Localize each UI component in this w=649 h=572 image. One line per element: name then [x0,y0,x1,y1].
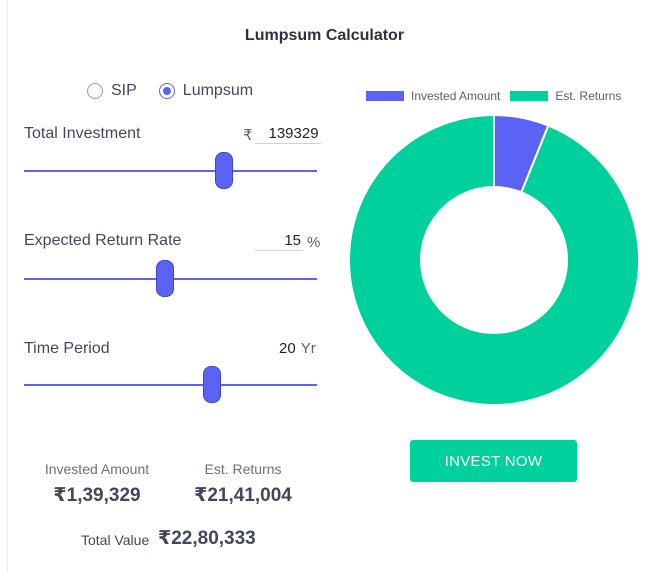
est-returns-label: Est. Returns [204,461,282,477]
legend-swatch-returns [510,91,549,101]
return-rate-label: Expected Return Rate [24,232,182,249]
legend-item-returns: Est. Returns [510,89,621,103]
time-period-slider-track[interactable] [24,384,317,386]
sip-radio[interactable] [87,83,103,99]
return-rate-input[interactable]: 15 [255,232,303,251]
total-value-amount: ₹22,80,333 [158,528,256,549]
legend-swatch-invested [366,91,404,101]
time-period-slider-thumb[interactable] [203,366,221,403]
est-returns-value: ₹21,41,004 [194,485,292,506]
invested-amount-value: ₹1,39,329 [53,485,141,506]
donut-slices [349,115,639,405]
sip-radio-label[interactable]: SIP [111,82,137,100]
legend-label-invested: Invested Amount [411,89,501,103]
lumpsum-radio[interactable] [158,83,175,99]
return-rate-value-group: 15 % [255,232,320,251]
lumpsum-radio-label[interactable]: Lumpsum [183,82,253,100]
chart-legend: Invested Amount Est. Returns [366,89,631,103]
percent-suffix: % [307,234,321,251]
investment-label: Total Investment [24,125,141,142]
mode-selector: SIP Lumpsum [87,82,275,100]
time-period-label: Time Period [24,340,110,357]
years-suffix: Yr [300,340,316,357]
total-value-label: Total Value [81,532,150,548]
legend-label-returns: Est. Returns [555,89,622,103]
investment-slider-thumb[interactable] [215,152,233,189]
donut-slice-returns [349,115,639,405]
investment-input[interactable]: 139329 [254,125,321,144]
investment-value-group: ₹ 139329 [243,125,321,144]
left-border [7,0,8,572]
time-period-value-group: 20 Yr [279,340,316,357]
donut-chart [349,115,639,405]
return-rate-slider-thumb[interactable] [156,260,174,297]
investment-slider-track[interactable] [24,170,317,172]
page-title: Lumpsum Calculator [244,27,405,44]
invested-amount-label: Invested Amount [44,461,150,477]
rupee-prefix: ₹ [243,127,253,144]
legend-item-invested: Invested Amount [366,89,500,103]
invest-now-button[interactable]: INVEST NOW [410,440,577,482]
time-period-input[interactable]: 20 [279,340,296,357]
